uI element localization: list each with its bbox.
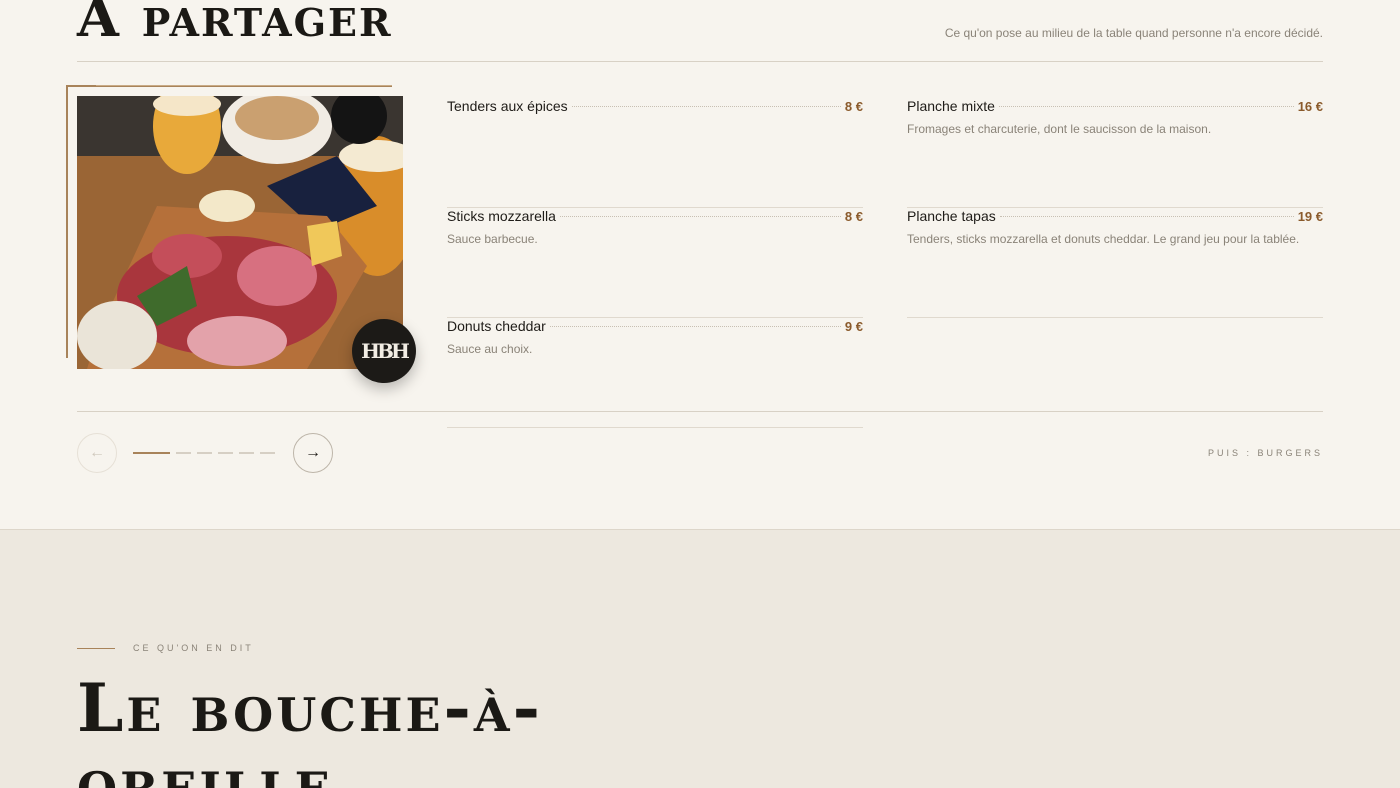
menu-item-price: 19 € <box>1297 209 1323 224</box>
testimonials-section: CE QU'ON EN DIT Le bouche-à-oreille <box>0 530 1400 788</box>
menu-item-name: Tenders aux épices <box>447 98 568 114</box>
leader-dots <box>549 326 841 327</box>
carousel-dot[interactable] <box>218 452 233 454</box>
menu-item-name: Planche mixte <box>907 98 995 114</box>
leader-dots <box>998 106 1294 107</box>
carousel-dot[interactable] <box>239 452 254 454</box>
menu-item-price: 16 € <box>1297 99 1323 114</box>
menu-item: Sticks mozzarella 8 € Sauce barbecue. <box>447 208 863 318</box>
menu-item: Tenders aux épices 8 € <box>447 98 863 208</box>
menu-item-description: Tenders, sticks mozzarella et donuts che… <box>907 232 1300 246</box>
next-category-link[interactable]: PUIS : BURGERS <box>1208 448 1323 458</box>
carousel-dot[interactable] <box>133 452 170 454</box>
carousel-pagination <box>133 452 275 454</box>
eyebrow-rule <box>77 648 115 649</box>
carousel-dot[interactable] <box>176 452 191 454</box>
arrow-right-icon: → <box>305 444 321 461</box>
divider <box>77 411 1323 412</box>
menu-item: Planche mixte 16 € Fromages et charcuter… <box>907 98 1323 208</box>
leader-dots <box>999 216 1294 217</box>
menu-item-description: Fromages et charcuterie, dont le sauciss… <box>907 122 1212 136</box>
testimonials-title: Le bouche-à-oreille <box>77 669 543 788</box>
divider <box>77 61 1323 62</box>
menu-item-price: 8 € <box>844 99 863 114</box>
carousel-prev-button[interactable]: ← <box>77 433 117 473</box>
sharing-board-photo <box>77 96 403 369</box>
menu-item-price: 9 € <box>844 319 863 334</box>
shared-plates-section: À partager Ce qu'on pose au milieu de la… <box>0 0 1400 530</box>
leader-dots <box>571 106 841 107</box>
menu-column-left: Tenders aux épices 8 € Sticks mozzarella… <box>447 98 863 428</box>
leader-dots <box>559 216 841 217</box>
carousel-next-button[interactable]: → <box>293 433 333 473</box>
menu-item-name: Donuts cheddar <box>447 318 546 334</box>
menu-item-name: Sticks mozzarella <box>447 208 556 224</box>
carousel-dot[interactable] <box>260 452 275 454</box>
arrow-left-icon: ← <box>89 444 105 461</box>
section-eyebrow: CE QU'ON EN DIT <box>133 643 254 653</box>
restaurant-logo-badge: HBH <box>352 319 416 383</box>
menu-item: Planche tapas 19 € Tenders, sticks mozza… <box>907 208 1323 318</box>
carousel-dot[interactable] <box>197 452 212 454</box>
section-title: À partager <box>77 0 393 49</box>
menu-item-price: 8 € <box>844 209 863 224</box>
menu-item-description: Sauce au choix. <box>447 342 533 356</box>
section-subtitle: Ce qu'on pose au milieu de la table quan… <box>944 26 1323 40</box>
menu-item-description: Sauce barbecue. <box>447 232 538 246</box>
menu-column-right: Planche mixte 16 € Fromages et charcuter… <box>907 98 1323 318</box>
menu-item-name: Planche tapas <box>907 208 996 224</box>
